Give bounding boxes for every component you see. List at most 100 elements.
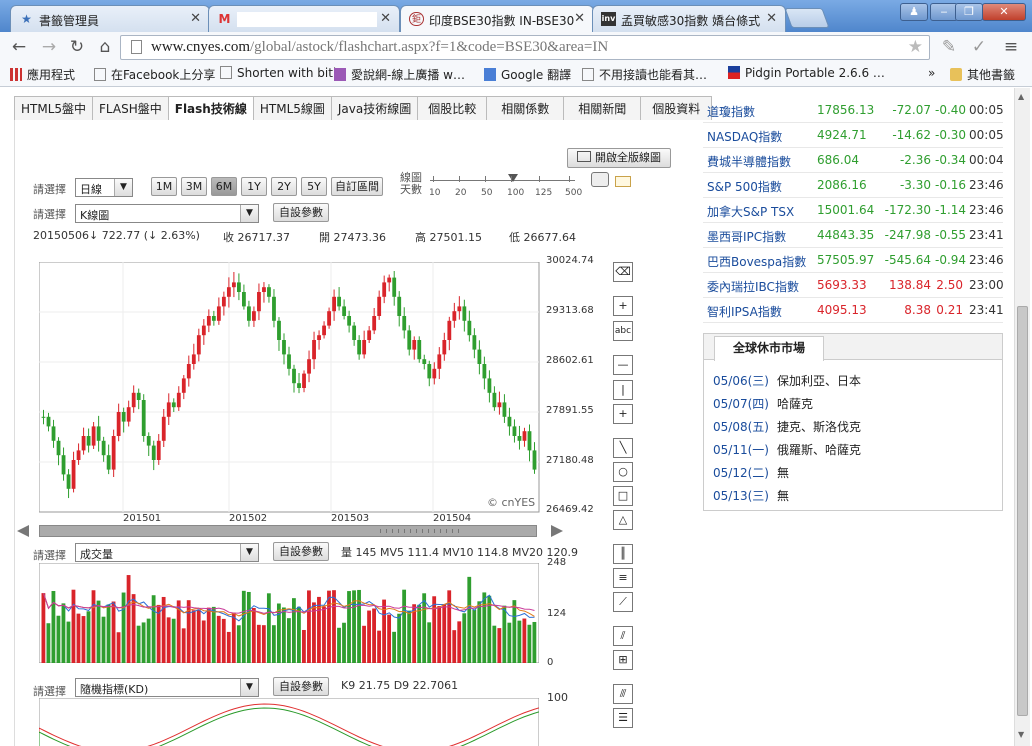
price-chart[interactable] bbox=[39, 262, 599, 517]
index-name-link[interactable]: S&P 500指數 bbox=[707, 178, 782, 195]
custom-params-button[interactable]: 自設參數 bbox=[273, 203, 329, 222]
index-name-link[interactable]: 巴西Bovespa指數 bbox=[707, 253, 806, 270]
index-name-link[interactable]: 費城半導體指數 bbox=[707, 153, 791, 170]
days-slider-handle[interactable] bbox=[508, 174, 518, 182]
index-name-link[interactable]: 加拿大S&P TSX bbox=[707, 203, 794, 220]
scroll-left-arrow-icon[interactable] bbox=[17, 525, 29, 537]
scroll-up-arrow-icon[interactable]: ▲ bbox=[1018, 92, 1024, 101]
index-name-link[interactable]: 委內瑞拉IBC指數 bbox=[707, 278, 799, 295]
page-tab-news[interactable]: 相關新聞 bbox=[563, 96, 642, 120]
bookmark-other-page[interactable]: 不用接讀也能看其… bbox=[582, 66, 707, 83]
indicator-params-button[interactable]: 自設參數 bbox=[273, 677, 329, 696]
holiday-date[interactable]: 05/08(五) bbox=[713, 418, 777, 435]
trend-line-icon[interactable]: ╲ bbox=[613, 438, 633, 458]
page-tab-html5-intraday[interactable]: HTML5盤中 bbox=[14, 96, 94, 120]
tab-bse30[interactable]: 鉅 印度BSE30指數 IN-BSE30 ✕ bbox=[400, 5, 594, 32]
back-arrow-icon[interactable]: ← bbox=[8, 37, 30, 57]
index-row[interactable]: 墨西哥IPC指數 44843.35 -247.98 -0.55 23:41 bbox=[703, 223, 1004, 248]
date-range-scroller[interactable] bbox=[39, 525, 537, 537]
kd-chart[interactable] bbox=[39, 698, 539, 746]
scroll-right-arrow-icon[interactable] bbox=[551, 525, 563, 537]
close-tab-icon[interactable]: ✕ bbox=[190, 11, 201, 26]
holiday-date[interactable]: 05/07(四) bbox=[713, 395, 777, 412]
page-scrollbar[interactable]: ▲ ▼ bbox=[1014, 88, 1030, 746]
page-tab-flash-intraday[interactable]: FLASH盤中 bbox=[92, 96, 169, 120]
chart-type-select[interactable]: K線圖 ▼ bbox=[75, 204, 259, 223]
scroll-down-arrow-icon[interactable]: ▼ bbox=[1018, 730, 1024, 739]
text-box-icon[interactable]: ☰ bbox=[613, 708, 633, 728]
bookmark-radio[interactable]: 愛說網-線上廣播 w… bbox=[334, 66, 465, 83]
range-button-2y[interactable]: 2Y bbox=[271, 177, 297, 196]
holiday-date[interactable]: 05/11(一) bbox=[713, 441, 777, 458]
minimize-button[interactable]: ‒ bbox=[930, 3, 958, 21]
indicator-select[interactable]: 隨機指標(KD) ▼ bbox=[75, 678, 259, 697]
index-row[interactable]: 委內瑞拉IBC指數 5693.33 138.84 2.50 23:00 bbox=[703, 273, 1004, 298]
index-name-link[interactable]: 墨西哥IPC指數 bbox=[707, 228, 786, 245]
range-button-5y[interactable]: 5Y bbox=[301, 177, 327, 196]
add-icon[interactable]: + bbox=[613, 296, 633, 316]
bookmark-bitly[interactable]: Shorten with bitly bbox=[220, 66, 343, 80]
bookmark-star-icon[interactable]: ★ bbox=[908, 37, 923, 57]
eraser-icon[interactable]: ⌫ bbox=[613, 262, 633, 282]
grid-icon[interactable]: ⊞ bbox=[613, 650, 633, 670]
address-bar[interactable]: www.cnyes.com/global/astock/flashchart.a… bbox=[120, 35, 930, 60]
home-icon[interactable]: ⌂ bbox=[94, 37, 116, 57]
period-select[interactable]: 日線 ▼ bbox=[75, 178, 133, 197]
volume-select[interactable]: 成交量 ▼ bbox=[75, 543, 259, 562]
rectangle-icon[interactable]: □ bbox=[613, 486, 633, 506]
index-row[interactable]: NASDAQ指數 4924.71 -14.62 -0.30 00:05 bbox=[703, 123, 1004, 148]
close-tab-icon[interactable]: ✕ bbox=[574, 11, 585, 26]
maximize-button[interactable]: ❐ bbox=[955, 3, 983, 21]
ellipse-icon[interactable]: ○ bbox=[613, 462, 633, 482]
wrench-icon[interactable]: ✎ bbox=[938, 37, 960, 57]
index-name-link[interactable]: NASDAQ指數 bbox=[707, 128, 782, 145]
index-row[interactable]: 道瓊指數 17856.13 -72.07 -0.40 00:05 bbox=[703, 98, 1004, 123]
open-fullscreen-chart-button[interactable]: 開啟全版線圖 bbox=[567, 148, 671, 168]
page-tab-correlation[interactable]: 相關係數 bbox=[486, 96, 565, 120]
range-button-6m[interactable]: 6M bbox=[211, 177, 237, 196]
horizontal-lines-icon[interactable]: ≡ bbox=[613, 568, 633, 588]
bookmark-apps[interactable]: 應用程式 bbox=[10, 66, 75, 83]
page-tab-flash-technical[interactable]: Flash技術線 bbox=[167, 96, 254, 120]
checkmark-icon[interactable]: ✓ bbox=[968, 37, 990, 57]
volume-chart[interactable] bbox=[39, 563, 539, 663]
index-row[interactable]: 巴西Bovespa指數 57505.97 -545.64 -0.94 23:46 bbox=[703, 248, 1004, 273]
holiday-date[interactable]: 05/13(三) bbox=[713, 487, 777, 504]
page-tab-profile[interactable]: 個股資料 bbox=[640, 96, 713, 120]
page-tab-java-chart[interactable]: Java技術線圖 bbox=[330, 96, 419, 120]
vertical-line-icon[interactable]: | bbox=[613, 380, 633, 400]
bookmark-other-folder[interactable]: 其他書籤 bbox=[950, 66, 1015, 83]
holiday-tab[interactable]: 全球休市市場 bbox=[714, 336, 824, 361]
index-row[interactable]: S&P 500指數 2086.16 -3.30 -0.16 23:46 bbox=[703, 173, 1004, 198]
holiday-date[interactable]: 05/12(二) bbox=[713, 464, 777, 481]
range-button-1y[interactable]: 1Y bbox=[241, 177, 267, 196]
index-name-link[interactable]: 道瓊指數 bbox=[707, 103, 755, 120]
fan-line-icon[interactable]: ⟋ bbox=[613, 592, 633, 612]
close-window-button[interactable]: ✕ bbox=[982, 3, 1026, 21]
volume-params-button[interactable]: 自設參數 bbox=[273, 542, 329, 561]
scroller-grip[interactable] bbox=[380, 529, 460, 533]
index-row[interactable]: 智利IPSA指數 4095.13 8.38 0.21 23:41 bbox=[703, 298, 1004, 323]
page-tab-compare[interactable]: 個股比較 bbox=[417, 96, 488, 120]
speed-line-icon[interactable]: ⫻ bbox=[613, 684, 633, 704]
horizontal-line-icon[interactable]: — bbox=[613, 355, 633, 375]
days-slider[interactable] bbox=[430, 180, 575, 186]
gann-fan-icon[interactable]: ⫽ bbox=[613, 626, 633, 646]
text-tool-icon[interactable]: abc bbox=[613, 321, 633, 341]
scrollbar-thumb[interactable] bbox=[1017, 306, 1028, 716]
holiday-date[interactable]: 05/06(三) bbox=[713, 372, 777, 389]
page-tab-html5-chart[interactable]: HTML5線圖 bbox=[252, 96, 332, 120]
bookmarks-overflow[interactable]: » bbox=[928, 66, 935, 80]
bookmark-google-translate[interactable]: Google 翻譯 bbox=[484, 66, 571, 83]
reload-icon[interactable]: ↻ bbox=[66, 37, 88, 57]
index-row[interactable]: 費城半導體指數 686.04 -2.36 -0.34 00:04 bbox=[703, 148, 1004, 173]
range-button-1m[interactable]: 1M bbox=[151, 177, 177, 196]
mail-icon[interactable] bbox=[615, 176, 631, 187]
index-name-link[interactable]: 智利IPSA指數 bbox=[707, 303, 782, 320]
tab-investing[interactable]: inv 孟買敏感30指數 嬌台條式 ✕ bbox=[592, 5, 786, 32]
vertical-lines-icon[interactable]: ║ bbox=[613, 544, 633, 564]
menu-icon[interactable]: ≡ bbox=[1000, 37, 1022, 57]
range-button-自訂區間[interactable]: 自訂區間 bbox=[331, 177, 383, 196]
bookmark-pidgin[interactable]: Pidgin Portable 2.6.6 … bbox=[728, 66, 885, 80]
index-row[interactable]: 加拿大S&P TSX 15001.64 -172.30 -1.14 23:46 bbox=[703, 198, 1004, 223]
